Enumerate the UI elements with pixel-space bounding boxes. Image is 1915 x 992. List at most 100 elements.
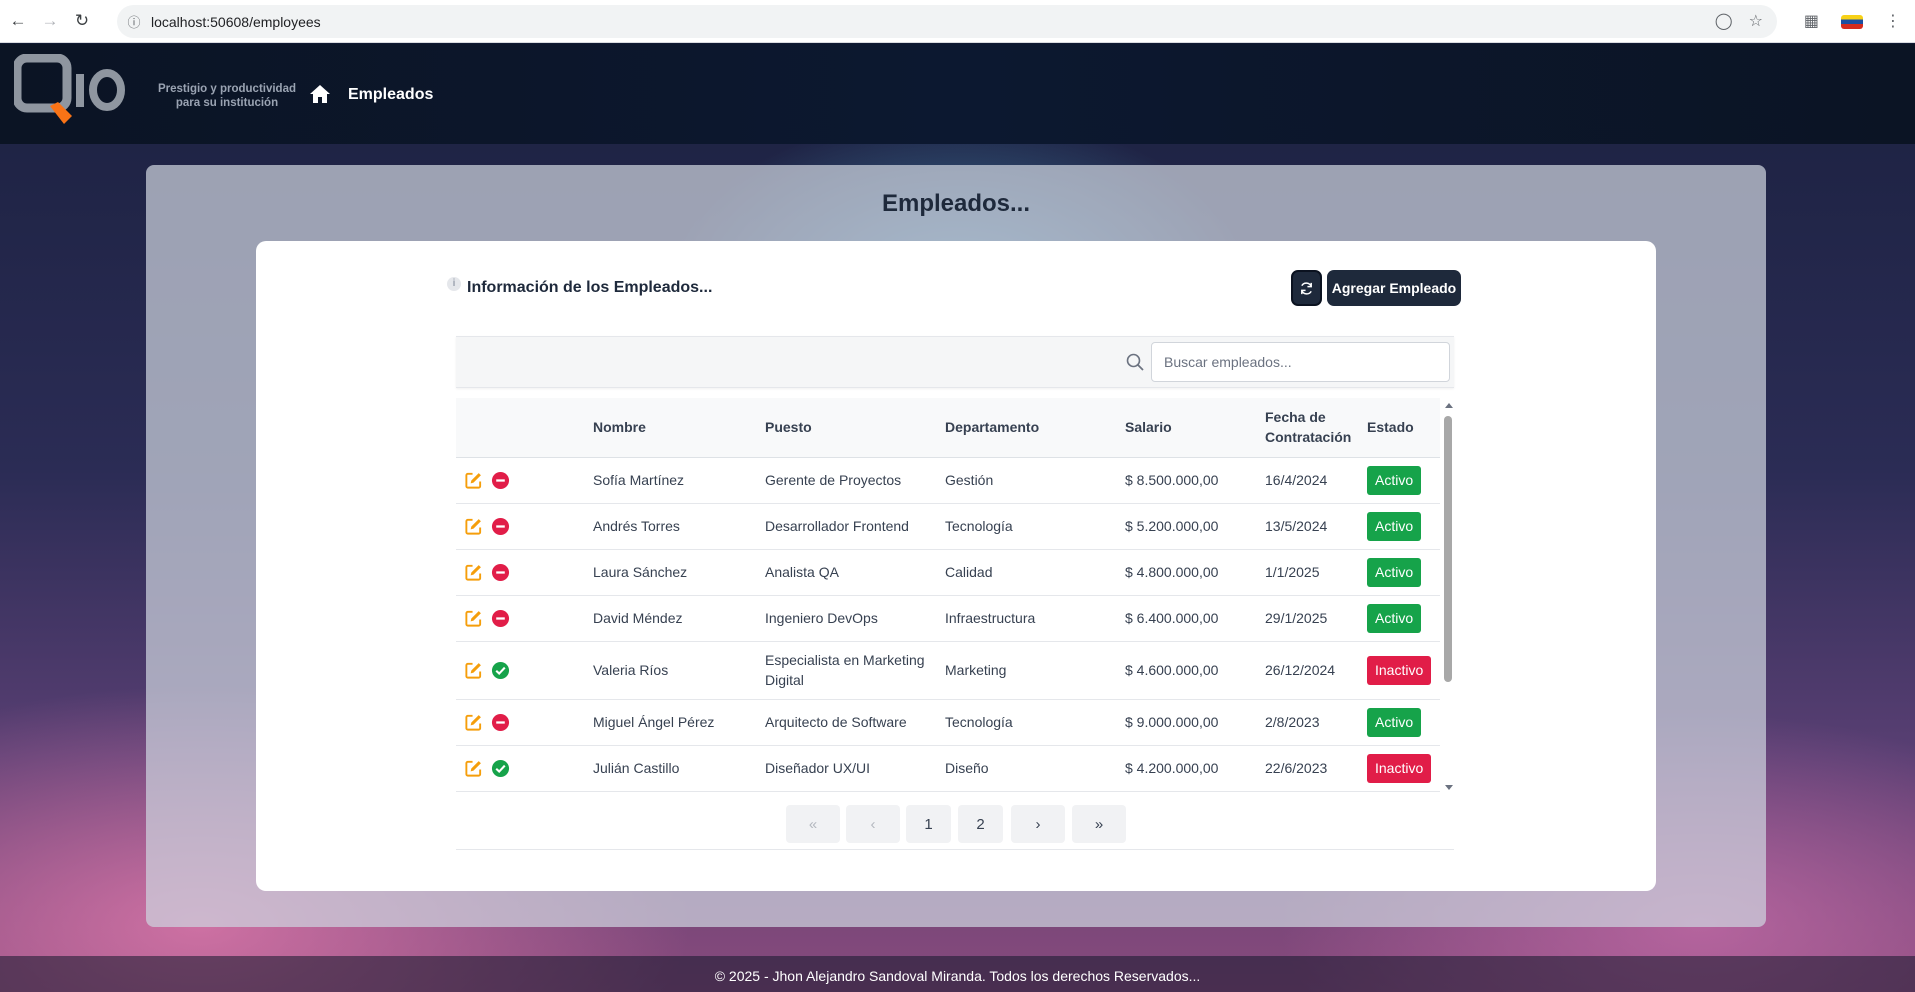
table-body: Sofía Martínez Gerente de Proyectos Gestió… [456,457,1440,792]
status-badge: Activo [1367,557,1422,587]
cell-estado: Inactivo [1359,745,1440,792]
edit-icon[interactable] [464,517,483,536]
minus-circle-icon[interactable] [491,517,510,536]
cell-puesto: Gerente de Proyectos [757,457,937,504]
scroll-up-arrow-icon[interactable] [1445,403,1453,408]
page-button-1[interactable]: 1 [906,805,951,843]
row-actions [456,549,585,596]
home-icon[interactable] [309,84,331,104]
cell-estado: Activo [1359,503,1440,550]
table-header-row: Nombre Puesto Departamento Salario Fecha… [456,398,1440,458]
cell-puesto: Ingeniero DevOps [757,595,937,642]
translate-icon[interactable]: ◯ [1715,13,1733,30]
profile-avatar[interactable] [1841,14,1863,29]
edit-icon[interactable] [464,759,483,778]
cell-departamento: Tecnología [937,699,1117,746]
row-actions [456,595,585,642]
cell-nombre: Julián Castillo [585,745,757,792]
cell-puesto: Especialista en Marketing Digital [757,641,937,700]
previous-page-button[interactable]: ‹ [846,805,900,843]
last-page-button[interactable]: » [1072,805,1126,843]
status-badge: Inactivo [1367,753,1432,783]
row-actions [456,503,585,550]
cell-estado: Activo [1359,549,1440,596]
extensions-icon[interactable]: ▦ [1804,13,1819,30]
page-button-2[interactable]: 2 [958,805,1003,843]
column-header-nombre[interactable]: Nombre [585,398,757,458]
status-badge: Activo [1367,707,1422,737]
scrollbar-thumb[interactable] [1444,416,1452,682]
edit-icon[interactable] [464,661,483,680]
cell-fecha: 29/1/2025 [1257,595,1359,642]
cell-salario: $ 8.500.000,00 [1117,457,1257,504]
cell-estado: Activo [1359,699,1440,746]
add-employee-button[interactable]: Agregar Empleado [1327,270,1461,306]
cell-puesto: Arquitecto de Software [757,699,937,746]
edit-icon[interactable] [464,609,483,628]
check-circle-icon[interactable] [491,661,510,680]
cell-nombre: Miguel Ángel Pérez [585,699,757,746]
footer-copyright: © 2025 - Jhon Alejandro Sandoval Miranda… [0,956,1915,992]
first-page-button[interactable]: « [786,805,840,843]
cell-nombre: David Méndez [585,595,757,642]
cell-fecha: 22/6/2023 [1257,745,1359,792]
column-header-fecha-line2: Contratación [1265,429,1352,446]
column-header-fecha[interactable]: Fecha de Contratación [1257,398,1359,458]
row-actions [456,699,585,746]
cell-salario: $ 4.200.000,00 [1117,745,1257,792]
reload-icon[interactable]: ↻ [68,7,96,35]
header-tagline: Prestigio y productividad para su instit… [156,82,298,110]
cell-departamento: Calidad [937,549,1117,596]
table-row: Laura Sánchez Analista QA Calidad $ 4.800.0… [456,549,1440,596]
refresh-button[interactable] [1291,270,1322,306]
row-actions [456,745,585,792]
url-text[interactable]: localhost:50608/employees [151,14,321,30]
edit-icon[interactable] [464,563,483,582]
table-row: Julián Castillo Diseñador UX/UI Diseño $ 4.… [456,745,1440,792]
page-title: Empleados... [881,190,1031,217]
column-header-puesto[interactable]: Puesto [757,398,937,458]
edit-icon[interactable] [464,713,483,732]
check-circle-icon[interactable] [491,759,510,778]
cell-departamento: Infraestructura [937,595,1117,642]
column-header-estado[interactable]: Estado [1359,398,1440,458]
column-header-salario[interactable]: Salario [1117,398,1257,458]
info-icon: i [447,277,461,291]
cell-salario: $ 4.800.000,00 [1117,549,1257,596]
cell-departamento: Diseño [937,745,1117,792]
refresh-icon [1301,281,1312,295]
cell-estado: Inactivo [1359,641,1440,700]
edit-icon[interactable] [464,471,483,490]
next-page-button[interactable]: › [1011,805,1065,843]
table-row: David Méndez Ingeniero DevOps Infraestruct… [456,595,1440,642]
forward-icon[interactable]: → [36,7,64,35]
table-row: Sofía Martínez Gerente de Proyectos Gestió… [456,457,1440,504]
cell-departamento: Tecnología [937,503,1117,550]
cell-estado: Activo [1359,595,1440,642]
cell-fecha: 13/5/2024 [1257,503,1359,550]
nav-employees-link[interactable]: Empleados [348,86,433,104]
minus-circle-icon[interactable] [491,471,510,490]
minus-circle-icon[interactable] [491,713,510,732]
cell-nombre: Valeria Ríos [585,641,757,700]
cell-departamento: Marketing [937,641,1117,700]
browser-menu-icon[interactable]: ⋮ [1885,13,1901,30]
table-row: Valeria Ríos Especialista en Marketing Di… [456,641,1440,700]
scroll-down-arrow-icon[interactable] [1445,785,1453,790]
minus-circle-icon[interactable] [491,563,510,582]
table-row: Miguel Ángel Pérez Arquitecto de Software… [456,699,1440,746]
cell-fecha: 2/8/2023 [1257,699,1359,746]
bookmark-star-icon[interactable]: ☆ [1749,13,1763,30]
back-icon[interactable]: ← [4,7,32,35]
address-bar[interactable]: ⓘ localhost:50608/employees ◯ ☆ [117,5,1777,38]
site-info-icon[interactable]: ⓘ [117,12,151,31]
table-row: Andrés Torres Desarrollador Frontend Tecno… [456,503,1440,550]
search-input[interactable] [1151,342,1450,382]
cell-nombre: Laura Sánchez [585,549,757,596]
card-title: Información de los Empleados... [467,279,713,296]
app-header: Prestigio y productividad para su instit… [0,44,1915,144]
column-header-departamento[interactable]: Departamento [937,398,1117,458]
minus-circle-icon[interactable] [491,609,510,628]
employees-table: Nombre Puesto Departamento Salario Fecha… [456,398,1440,792]
app-logo[interactable] [14,54,132,134]
